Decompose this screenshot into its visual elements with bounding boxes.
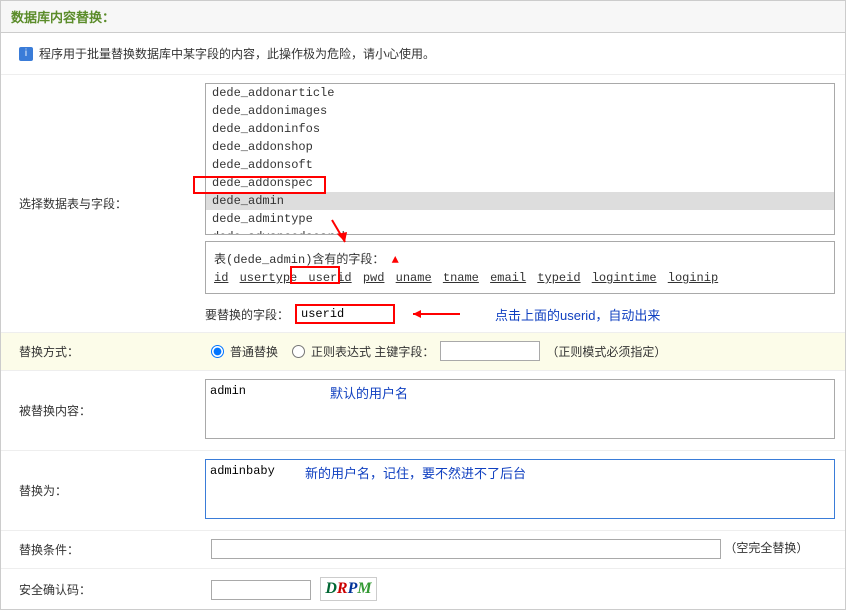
- radio-regex[interactable]: [292, 345, 305, 358]
- regex-key-input[interactable]: [440, 341, 540, 361]
- condition-input[interactable]: [211, 539, 721, 559]
- replace-field-input[interactable]: [295, 304, 395, 324]
- label-select-table: 选择数据表与字段：: [1, 75, 195, 332]
- arrow-left-annotation: [405, 304, 465, 324]
- listbox-item[interactable]: dede_advancedsearch: [206, 228, 834, 235]
- radio-normal[interactable]: [211, 345, 224, 358]
- condition-note: （空完全替换）: [724, 541, 808, 555]
- regex-note: （正则模式必须指定）: [546, 343, 666, 360]
- annotation-default-user: 默认的用户名: [330, 383, 408, 402]
- info-icon: i: [19, 47, 33, 61]
- listbox-item[interactable]: dede_addoninfos: [206, 120, 834, 138]
- annotation-click-hint: 点击上面的userid，自动出来: [495, 305, 660, 324]
- label-replace-field: 要替换的字段：: [205, 306, 289, 323]
- arrow-down-annotation: [327, 218, 357, 248]
- listbox-item[interactable]: dede_addonsoft: [206, 156, 834, 174]
- radio-regex-label: 正则表达式 主键字段：: [311, 343, 434, 360]
- field-link[interactable]: tname: [443, 271, 479, 285]
- field-link[interactable]: email: [490, 271, 526, 285]
- header-title: 数据库内容替换：: [11, 10, 115, 25]
- field-link[interactable]: logintime: [592, 271, 657, 285]
- listbox-item[interactable]: dede_admintype: [206, 210, 834, 228]
- field-link[interactable]: uname: [396, 271, 432, 285]
- listbox-item[interactable]: dede_addonimages: [206, 102, 834, 120]
- label-replace-condition: 替换条件：: [1, 531, 201, 568]
- field-link[interactable]: loginip: [668, 271, 718, 285]
- field-link[interactable]: typeid: [537, 271, 580, 285]
- field-link[interactable]: id: [214, 271, 228, 285]
- field-link[interactable]: userid: [308, 271, 351, 285]
- captcha-input[interactable]: [211, 580, 311, 600]
- listbox-item[interactable]: dede_addonarticle: [206, 84, 834, 102]
- listbox-item[interactable]: dede_addonspec: [206, 174, 834, 192]
- annotation-new-user: 新的用户名，记住，要不然进不了后台: [305, 463, 526, 482]
- info-text: 程序用于批量替换数据库中某字段的内容，此操作极为危险，请小心使用。: [39, 45, 435, 62]
- radio-normal-label: 普通替换: [230, 343, 278, 360]
- label-safe-code: 安全确认码：: [1, 569, 201, 609]
- field-link[interactable]: usertype: [240, 271, 298, 285]
- listbox-item[interactable]: dede_addonshop: [206, 138, 834, 156]
- label-replace-method: 替换方式：: [1, 333, 201, 370]
- page-header: 数据库内容替换：: [1, 1, 845, 33]
- label-replaced-content: 被替换内容：: [1, 371, 195, 450]
- field-link[interactable]: pwd: [363, 271, 385, 285]
- fields-box: 表(dede_admin)含有的字段： ▲ id usertype userid…: [205, 241, 835, 294]
- field-links: id usertype userid pwd uname tname email…: [214, 271, 826, 285]
- fields-title: 表(dede_admin)含有的字段： ▲: [214, 250, 826, 267]
- from-textarea[interactable]: [205, 379, 835, 439]
- label-replace-to: 替换为：: [1, 451, 195, 530]
- captcha-image[interactable]: DRPM: [320, 577, 376, 601]
- info-row: i 程序用于批量替换数据库中某字段的内容，此操作极为危险，请小心使用。: [1, 33, 845, 74]
- table-listbox[interactable]: dede_addonarticledede_addonimagesdede_ad…: [205, 83, 835, 235]
- listbox-item[interactable]: dede_admin: [206, 192, 834, 210]
